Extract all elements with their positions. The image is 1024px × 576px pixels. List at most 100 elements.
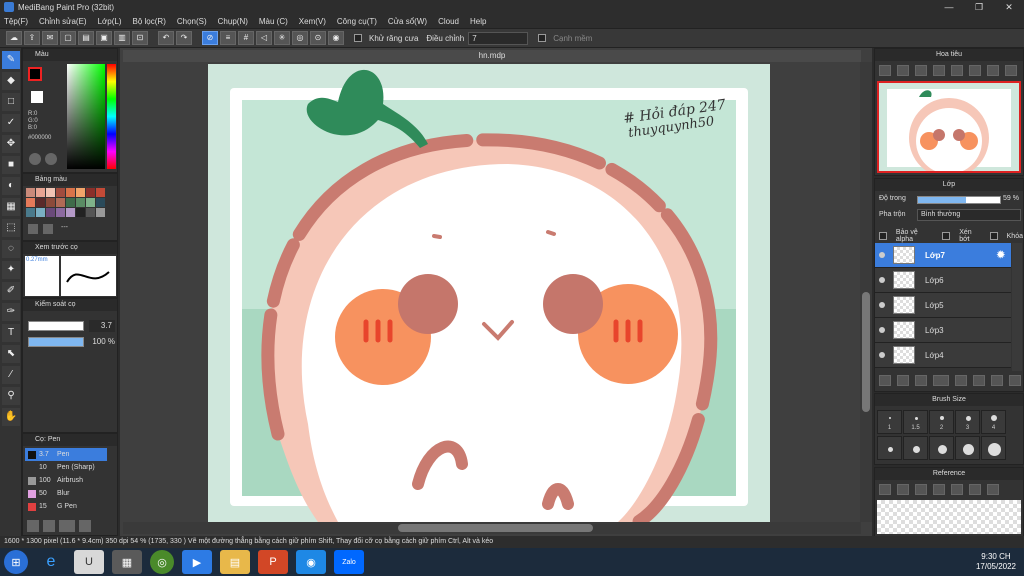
color-wheel-icon[interactable] <box>29 153 41 165</box>
duplicate-layer-icon[interactable] <box>973 375 985 386</box>
layer-visibility-icon[interactable] <box>879 302 885 308</box>
text-tool-icon[interactable]: T <box>2 324 20 342</box>
ref-zoom-in-icon[interactable] <box>933 484 945 495</box>
snap-radial-icon[interactable]: ✳ <box>274 31 290 45</box>
lock-checkbox[interactable] <box>989 232 998 240</box>
swatch-cell[interactable] <box>86 208 95 217</box>
brush-folder-icon[interactable] <box>43 520 55 532</box>
swatch-cell[interactable] <box>56 198 65 207</box>
cloud-icon[interactable]: ☁ <box>6 31 22 45</box>
unikey-icon[interactable]: U <box>74 550 104 574</box>
brush-item[interactable]: 100 Airbrush <box>25 474 107 487</box>
swatch-cell[interactable] <box>76 198 85 207</box>
swatch-cell[interactable] <box>96 198 105 207</box>
swatch-cell[interactable] <box>96 208 105 217</box>
antialias-checkbox[interactable] <box>354 34 362 42</box>
comment-icon[interactable]: ✉ <box>42 31 58 45</box>
swatch-cell[interactable] <box>86 188 95 197</box>
menu-filter[interactable]: Bộ lọc(R) <box>133 17 166 26</box>
start-icon[interactable]: ⊞ <box>4 550 28 574</box>
swatch-cell[interactable] <box>46 208 55 217</box>
palette-icon[interactable] <box>45 153 57 165</box>
clock-time[interactable]: 9:30 CH <box>976 552 1016 562</box>
layer-visibility-icon[interactable] <box>879 352 885 358</box>
menu-view[interactable]: Xem(V) <box>299 17 326 26</box>
snap-parallel-icon[interactable]: ≡ <box>220 31 236 45</box>
fit-icon[interactable] <box>915 65 927 76</box>
layer-row[interactable]: Lớp6 <box>875 268 1011 293</box>
ref-zoom-out-icon[interactable] <box>969 484 981 495</box>
document-tab[interactable]: hn.mdp <box>123 50 861 62</box>
task-view-icon[interactable]: ▦ <box>112 550 142 574</box>
bucket-tool-icon[interactable]: ◐ <box>2 177 20 195</box>
swatch-cell[interactable] <box>86 198 95 207</box>
brush-item[interactable]: 3.7 Pen <box>25 448 107 461</box>
undo-icon[interactable]: ↶ <box>158 31 174 45</box>
snap-focus-icon[interactable]: ◉ <box>328 31 344 45</box>
eyedropper-tool-icon[interactable]: ⚲ <box>2 387 20 405</box>
swatch-cell[interactable] <box>76 188 85 197</box>
rotate-right-icon[interactable] <box>969 65 981 76</box>
menu-file[interactable]: Tệp(F) <box>4 17 28 26</box>
brush-size-option[interactable]: 1.5 <box>903 410 928 434</box>
rect-tool-icon[interactable]: □ <box>2 93 20 111</box>
foreground-color[interactable] <box>28 67 42 81</box>
ref-cloud-icon[interactable] <box>879 484 891 495</box>
chrome-icon[interactable]: ◉ <box>296 550 326 574</box>
zoom-out-icon[interactable] <box>897 65 909 76</box>
new-8bit-layer-icon[interactable] <box>897 375 909 386</box>
swatch-cell[interactable] <box>36 208 45 217</box>
layer-row[interactable]: Lớp5 <box>875 293 1011 318</box>
swatch-cell[interactable] <box>36 188 45 197</box>
delete-layer-icon[interactable] <box>1009 375 1021 386</box>
swatch-grid[interactable] <box>26 188 106 218</box>
swatch-cell[interactable] <box>66 188 75 197</box>
divide-tool-icon[interactable]: ⁄ <box>2 366 20 384</box>
save-icon[interactable]: ▣ <box>96 31 112 45</box>
brush-item[interactable]: 50 Blur <box>25 487 107 500</box>
new-file-icon[interactable]: ▢ <box>60 31 76 45</box>
layer-visibility-icon[interactable] <box>879 277 885 283</box>
brush-size-option[interactable] <box>903 436 928 460</box>
magic-wand-tool-icon[interactable]: ✦ <box>2 261 20 279</box>
menu-select[interactable]: Chọn(S) <box>177 17 207 26</box>
actual-size-icon[interactable] <box>933 65 945 76</box>
brush-add-icon[interactable] <box>27 520 39 532</box>
clip-checkbox[interactable] <box>942 232 951 240</box>
menu-window[interactable]: Cửa sổ(W) <box>388 17 427 26</box>
menu-color[interactable]: Màu (C) <box>259 17 288 26</box>
color-field[interactable] <box>67 64 105 169</box>
swatch-cell[interactable] <box>56 188 65 197</box>
select-pen-tool-icon[interactable]: ✐ <box>2 282 20 300</box>
zalo-icon[interactable]: Zalo <box>334 550 364 574</box>
new-layer-icon[interactable] <box>879 375 891 386</box>
horizontal-scrollbar[interactable] <box>123 522 861 534</box>
brush-menu-icon[interactable] <box>59 520 75 532</box>
snap-circle-icon[interactable]: ◎ <box>292 31 308 45</box>
soft-edge-checkbox[interactable] <box>538 34 547 42</box>
clock-date[interactable]: 17/05/2022 <box>976 562 1016 572</box>
layer-menu-icon[interactable] <box>933 375 949 386</box>
brush-tool-icon[interactable]: ✎ <box>2 51 20 69</box>
app-green-icon[interactable]: ◎ <box>150 550 174 574</box>
swatch-cell[interactable] <box>66 208 75 217</box>
minimize-button[interactable]: — <box>934 0 964 14</box>
brush-size-option[interactable]: 4 <box>981 410 1006 434</box>
opacity-slider[interactable] <box>28 337 84 347</box>
menu-tools[interactable]: Công cụ(T) <box>337 17 377 26</box>
swatch-cell[interactable] <box>66 198 75 207</box>
snap-perspective-icon[interactable]: ◁ <box>256 31 272 45</box>
ie-icon[interactable]: e <box>36 550 66 574</box>
snap-grid-icon[interactable]: # <box>238 31 254 45</box>
size-slider[interactable] <box>28 321 84 331</box>
hue-slider[interactable] <box>107 64 116 169</box>
correction-select[interactable]: 7 <box>468 31 529 45</box>
open-file-icon[interactable]: ▤ <box>78 31 94 45</box>
brush-item[interactable]: 10 Pen (Sharp) <box>25 461 107 474</box>
ref-open-icon[interactable] <box>897 484 909 495</box>
layer-row[interactable]: Lớp3 <box>875 318 1011 343</box>
layer-folder-icon[interactable] <box>955 375 967 386</box>
navigator-thumbnail[interactable] <box>877 81 1021 173</box>
ref-camera-icon[interactable] <box>915 484 927 495</box>
brush-size-option[interactable] <box>929 436 954 460</box>
